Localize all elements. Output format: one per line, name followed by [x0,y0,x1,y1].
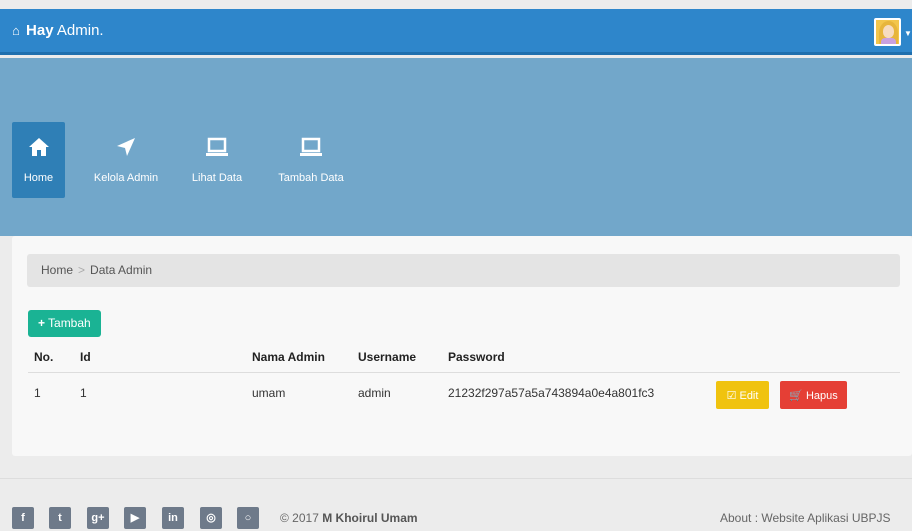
column-header-id: Id [80,350,91,364]
nav-item-tambah-data[interactable]: Tambah Data [266,122,356,198]
avatar[interactable] [874,18,901,46]
column-header-nama-admin: Nama Admin [252,350,325,364]
breadcrumb: Home > Data Admin [27,254,900,287]
linkedin-icon[interactable]: in [162,507,184,529]
cell-username: admin [358,386,391,400]
column-header-username: Username [358,350,417,364]
brand[interactable]: ⌂ Hay Admin. [12,22,104,39]
nav-item-label: Lihat Data [191,172,243,184]
cell-id: 1 [80,386,87,400]
column-header-password: Password [448,350,505,364]
breadcrumb-home[interactable]: Home [41,263,73,277]
send-icon [84,136,168,166]
breadcrumb-current: Data Admin [90,263,153,277]
facebook-icon[interactable]: f [12,507,34,529]
github-icon[interactable]: ○ [237,507,259,529]
nav-item-kelola-admin[interactable]: Kelola Admin [84,122,168,198]
cell-no: 1 [34,386,41,400]
home-icon: ⌂ [12,23,20,38]
copyright-prefix: © 2017 [280,511,323,525]
copyright: © 2017 M Khoirul Umam [280,511,418,525]
twitter-icon[interactable]: t [49,507,71,529]
add-admin-button[interactable]: + Tambah [28,310,101,337]
instagram-icon[interactable]: ◎ [200,507,222,529]
edit-button[interactable]: ☑ Edit [716,381,769,409]
nav-item-home[interactable]: Home [12,122,65,198]
add-admin-label: Tambah [48,316,91,330]
laptop-icon [184,136,250,166]
about-link[interactable]: About : Website Aplikasi UBPJS [720,511,891,525]
cell-nama-admin: umam [252,386,286,400]
cell-password: 21232f297a57a5a743894a0e4a801fc3 [448,386,655,400]
table-header-divider [28,372,900,373]
plus-icon: + [38,316,46,330]
youtube-icon[interactable]: ▶ [124,507,146,529]
nav-item-label: Home [23,172,54,184]
copyright-author: M Khoirul Umam [322,511,418,525]
footer-divider [0,478,912,479]
chevron-down-icon[interactable]: ▼ [904,29,912,38]
nav-item-lihat-data[interactable]: Lihat Data [184,122,250,198]
delete-button[interactable]: 🛒 Hapus [780,381,847,409]
column-header-no: No. [34,350,54,364]
chevron-right-icon: > [78,263,86,277]
nav-item-label: Kelola Admin [93,172,159,184]
top-navbar: ⌂ Hay Admin. ▼ [0,9,912,55]
home-icon [12,136,65,166]
google-plus-icon[interactable]: g+ [87,507,109,529]
laptop-icon [266,136,356,166]
nav-item-label: Tambah Data [278,172,344,184]
brand-greeting: Hay [26,22,54,39]
brand-title: Admin. [53,22,104,39]
